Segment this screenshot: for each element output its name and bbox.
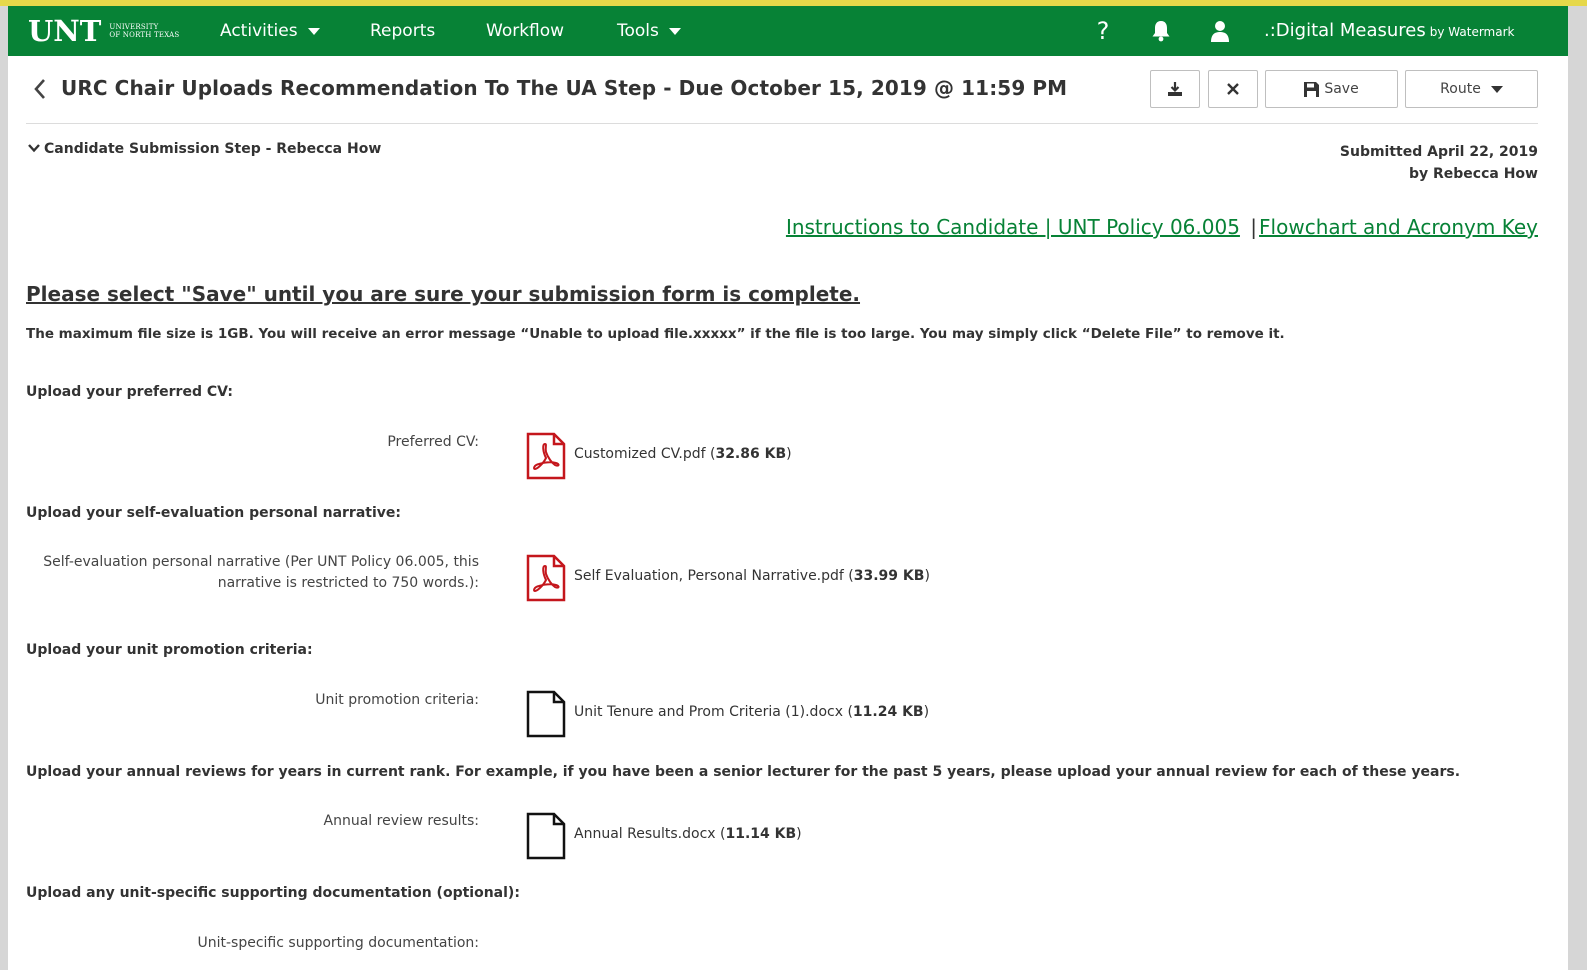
links-separator: |	[1250, 215, 1258, 239]
field-label-line1: Self-evaluation personal narrative (Per …	[43, 554, 479, 570]
pdf-icon[interactable]	[526, 432, 566, 480]
file-size: 33.99 KB	[853, 568, 925, 584]
field-label-cv: Preferred CV:	[387, 434, 479, 450]
close-icon	[1227, 83, 1239, 95]
nav-activities-menu[interactable]: Activities	[220, 6, 320, 56]
submitted-date: Submitted April 22, 2019	[1339, 144, 1538, 160]
route-button[interactable]: Route	[1405, 70, 1538, 108]
flowchart-link[interactable]: Flowchart and Acronym Key	[1259, 215, 1538, 239]
section-heading-annual-reviews: Upload your annual reviews for years in …	[26, 764, 1461, 780]
file-link-criteria[interactable]: Unit Tenure and Prom Criteria (1).docx (…	[574, 704, 929, 720]
field-label-criteria: Unit promotion criteria:	[315, 692, 479, 708]
brand-sub: by Watermark	[1429, 25, 1515, 39]
logo-subtext-line1: UNIVERSITY	[109, 23, 159, 31]
file-name: Annual Results.docx	[574, 826, 716, 842]
section-heading-cv: Upload your preferred CV:	[26, 384, 233, 400]
step-toggle[interactable]: Candidate Submission Step - Rebecca How	[28, 141, 381, 157]
file-size: 11.14 KB	[725, 826, 797, 842]
unt-logo[interactable]: UNT UNIVERSITY OF NORTH TEXAS	[28, 14, 179, 48]
pdf-icon[interactable]	[526, 554, 566, 602]
caret-down-icon	[668, 27, 681, 35]
bell-icon[interactable]	[1146, 6, 1176, 56]
max-file-size-note: The maximum file size is 1GB. You will r…	[26, 326, 1285, 342]
title-row: URC Chair Uploads Recommendation To The …	[26, 70, 1538, 110]
logo-subtext-line2: OF NORTH TEXAS	[109, 31, 180, 39]
file-size: 32.86 KB	[715, 446, 787, 462]
document-icon[interactable]	[526, 690, 566, 738]
caret-down-icon	[307, 27, 320, 35]
section-heading-criteria: Upload your unit promotion criteria:	[26, 642, 313, 658]
save-button[interactable]: Save	[1265, 70, 1398, 108]
file-size: 11.24 KB	[852, 704, 924, 720]
nav-activities-label: Activities	[220, 21, 298, 41]
chevron-down-icon	[28, 144, 40, 153]
close-button[interactable]	[1208, 70, 1258, 108]
nav-reports-link[interactable]: Reports	[370, 6, 435, 56]
step-label: Candidate Submission Step - Rebecca How	[44, 141, 382, 157]
save-icon	[1304, 81, 1320, 97]
document-icon[interactable]	[526, 812, 566, 860]
nav-tools-label: Tools	[617, 21, 659, 41]
page-title: URC Chair Uploads Recommendation To The …	[61, 76, 1068, 100]
section-heading-narrative: Upload your self-evaluation personal nar…	[26, 505, 401, 521]
logo-text: UNT	[28, 14, 102, 48]
chevron-left-icon[interactable]	[32, 77, 48, 101]
field-label-line2: narrative is restricted to 750 words.):	[217, 575, 479, 591]
app-window: UNT UNIVERSITY OF NORTH TEXAS Activities…	[8, 6, 1568, 970]
file-link-annual-reviews[interactable]: Annual Results.docx (11.14 KB)	[574, 826, 802, 842]
caret-down-icon	[1490, 85, 1503, 93]
title-divider	[26, 123, 1538, 124]
file-link-cv[interactable]: Customized CV.pdf (32.86 KB)	[574, 446, 792, 462]
help-icon[interactable]: ?	[1088, 6, 1118, 56]
file-name: Customized CV.pdf	[574, 446, 706, 462]
download-icon	[1168, 82, 1182, 96]
field-label-narrative: Self-evaluation personal narrative (Per …	[43, 552, 479, 594]
logo-subtext: UNIVERSITY OF NORTH TEXAS	[109, 23, 179, 39]
brand-name: .:Digital Measures	[1264, 20, 1426, 41]
instructions-link[interactable]: Instructions to Candidate | UNT Policy 0…	[786, 215, 1240, 239]
download-button[interactable]	[1150, 70, 1200, 108]
field-label-annual-reviews: Annual review results:	[323, 813, 479, 829]
file-link-narrative[interactable]: Self Evaluation, Personal Narrative.pdf …	[574, 568, 930, 584]
section-heading-unit-specific: Upload any unit-specific supporting docu…	[26, 885, 520, 901]
top-nav-bar: UNT UNIVERSITY OF NORTH TEXAS Activities…	[8, 6, 1568, 56]
field-label-unit-specific: Unit-specific supporting documentation:	[197, 935, 480, 951]
user-icon[interactable]	[1205, 6, 1235, 56]
nav-workflow-link[interactable]: Workflow	[486, 6, 564, 56]
submitted-info: Submitted April 22, 2019 by Rebecca How	[1340, 141, 1538, 185]
digital-measures-brand[interactable]: .:Digital Measures by Watermark	[1264, 6, 1515, 56]
file-name: Self Evaluation, Personal Narrative.pdf	[574, 568, 844, 584]
file-name: Unit Tenure and Prom Criteria (1).docx	[574, 704, 843, 720]
save-warning: Please select "Save" until you are sure …	[26, 282, 861, 306]
policy-links: Instructions to Candidate | UNT Policy 0…	[786, 215, 1538, 239]
save-label: Save	[1324, 81, 1359, 97]
nav-tools-menu[interactable]: Tools	[617, 6, 681, 56]
route-label: Route	[1440, 81, 1481, 97]
submitted-by: by Rebecca How	[1408, 166, 1538, 182]
